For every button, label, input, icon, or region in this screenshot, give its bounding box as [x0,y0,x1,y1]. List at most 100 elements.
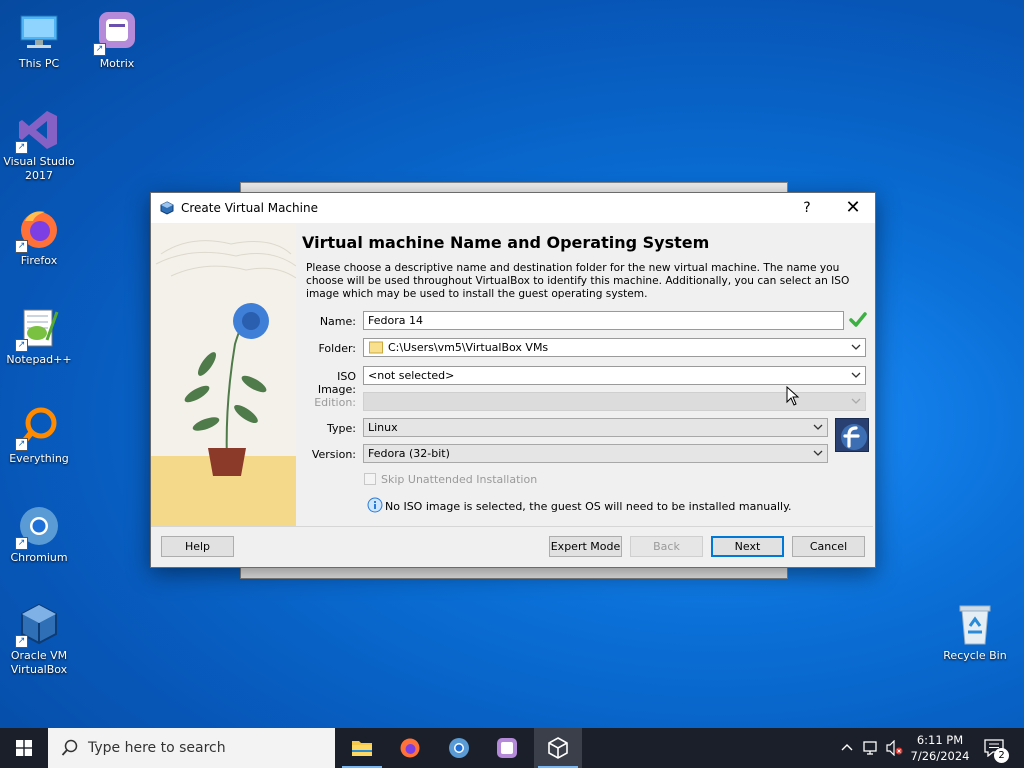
windows-logo-icon [16,740,32,756]
shortcut-arrow-icon: ↗ [15,635,28,648]
folder-icon [369,341,383,354]
desktop-icon-label: Visual Studio 2017 [3,155,75,182]
folder-select[interactable]: C:\Users\vm5\VirtualBox VMs [363,338,866,357]
chevron-down-icon [851,372,861,378]
wizard-illustration [151,224,296,526]
shortcut-arrow-icon: ↗ [93,43,106,56]
back-button: Back [630,536,703,557]
taskbar-search-box[interactable]: Type here to search [48,728,335,768]
action-center-button[interactable]: 2 [980,728,1020,768]
chevron-down-icon [851,344,861,350]
chromium-icon [449,738,469,758]
footer-divider [151,526,873,527]
computer-icon [17,10,61,54]
mouse-cursor-icon [786,386,800,406]
desktop-icon-motrix[interactable]: ↗ Motrix [78,10,156,71]
info-icon [367,497,383,513]
chevron-down-icon [813,424,823,430]
virtualbox-icon: ↗ [15,602,61,648]
iso-label: ISO Image: [317,370,356,396]
desktop-icon-label: Oracle VM VirtualBox [10,649,68,676]
desktop-icon-recycle-bin[interactable]: Recycle Bin [936,602,1014,663]
skip-unattended-checkbox [364,473,376,485]
check-icon [849,312,867,327]
chromium-icon: ↗ [15,504,61,550]
cancel-button[interactable]: Cancel [792,536,865,557]
fedora-os-icon [835,418,869,452]
everything-search-icon: ↗ [15,405,61,451]
page-description: Please choose a descriptive name and des… [306,262,850,300]
type-label: Type: [327,422,356,435]
dialog-titlebar[interactable]: Create Virtual Machine ? ✕ [151,193,875,223]
virtualbox-icon [548,737,568,759]
close-button[interactable]: ✕ [841,198,865,218]
notepadpp-icon: ↗ [15,306,61,352]
desktop-icon-label: Firefox [20,254,58,267]
help-dialog-button[interactable]: Help [161,536,234,557]
next-button[interactable]: Next [711,536,784,557]
taskbar-firefox[interactable] [386,728,434,768]
firefox-icon: ↗ [15,207,61,253]
folder-label: Folder: [318,342,356,355]
taskbar-clock[interactable]: 6:11 PM 7/26/2024 [904,732,976,764]
shortcut-arrow-icon: ↗ [15,240,28,253]
shortcut-arrow-icon: ↗ [15,339,28,352]
visual-studio-icon: ↗ [15,108,61,154]
desktop-icon-notepadpp[interactable]: ↗ Notepad++ [0,306,78,367]
desktop-icon-virtualbox[interactable]: ↗ Oracle VM VirtualBox [0,602,78,677]
motrix-icon [497,738,517,758]
name-input[interactable]: Fedora 14 [363,311,844,330]
desktop-icon-this-pc[interactable]: This PC [0,10,78,71]
recycle-bin-icon [953,602,997,646]
type-select[interactable]: Linux [363,418,828,437]
desktop-icon-label: Recycle Bin [943,649,1007,662]
tray-overflow-chevron-up-icon[interactable] [838,728,856,768]
name-label: Name: [319,315,356,328]
type-value: Linux [368,421,398,434]
taskbar-motrix[interactable] [482,728,530,768]
desktop-icon-label: Everything [9,452,69,465]
dialog-title: Create Virtual Machine [181,201,318,215]
desktop-icon-visual-studio[interactable]: ↗ Visual Studio 2017 [0,108,78,183]
page-heading: Virtual machine Name and Operating Syste… [302,233,710,252]
version-select[interactable]: Fedora (32-bit) [363,444,828,463]
desktop-icon-label: Motrix [99,57,135,70]
shortcut-arrow-icon: ↗ [15,141,28,154]
desktop-icon-label: Chromium [10,551,68,564]
volume-muted-icon[interactable] [884,728,906,768]
taskbar-chromium[interactable] [434,728,482,768]
start-button[interactable] [0,728,48,768]
clock-date: 7/26/2024 [910,749,970,763]
network-icon[interactable] [860,728,882,768]
desktop-icon-firefox[interactable]: ↗ Firefox [0,207,78,268]
chevron-down-icon [851,398,861,404]
search-placeholder: Type here to search [88,740,226,756]
virtualbox-icon [160,201,174,215]
folder-value: C:\Users\vm5\VirtualBox VMs [388,341,549,354]
firefox-icon [400,738,420,758]
notification-count-badge: 2 [994,748,1009,763]
motrix-icon: ↗ [93,10,139,56]
iso-image-select[interactable]: <not selected> [363,366,866,385]
version-label: Version: [311,448,356,461]
taskbar-virtualbox[interactable] [534,728,582,768]
help-button[interactable]: ? [795,198,819,218]
create-vm-dialog: Create Virtual Machine ? ✕ Virtual machi… [150,192,876,568]
clock-time: 6:11 PM [916,733,964,747]
expert-mode-button[interactable]: Expert Mode [549,536,622,557]
shortcut-arrow-icon: ↗ [15,537,28,550]
chevron-down-icon [813,450,823,456]
version-value: Fedora (32-bit) [368,447,450,460]
desktop-icon-label: This PC [18,57,60,70]
shortcut-arrow-icon: ↗ [15,438,28,451]
search-icon [61,739,78,756]
info-message: No ISO image is selected, the guest OS w… [385,500,792,513]
taskbar-file-explorer[interactable] [338,728,386,768]
desktop-icon-chromium[interactable]: ↗ Chromium [0,504,78,565]
desktop-icon-everything[interactable]: ↗ Everything [0,405,78,466]
folder-icon [352,741,372,756]
iso-value: <not selected> [368,369,455,382]
skip-unattended-label: Skip Unattended Installation [381,473,538,486]
taskbar: Type here to search 6:11 PM 7/26/2024 2 [0,728,1024,768]
desktop-icon-label: Notepad++ [6,353,72,366]
